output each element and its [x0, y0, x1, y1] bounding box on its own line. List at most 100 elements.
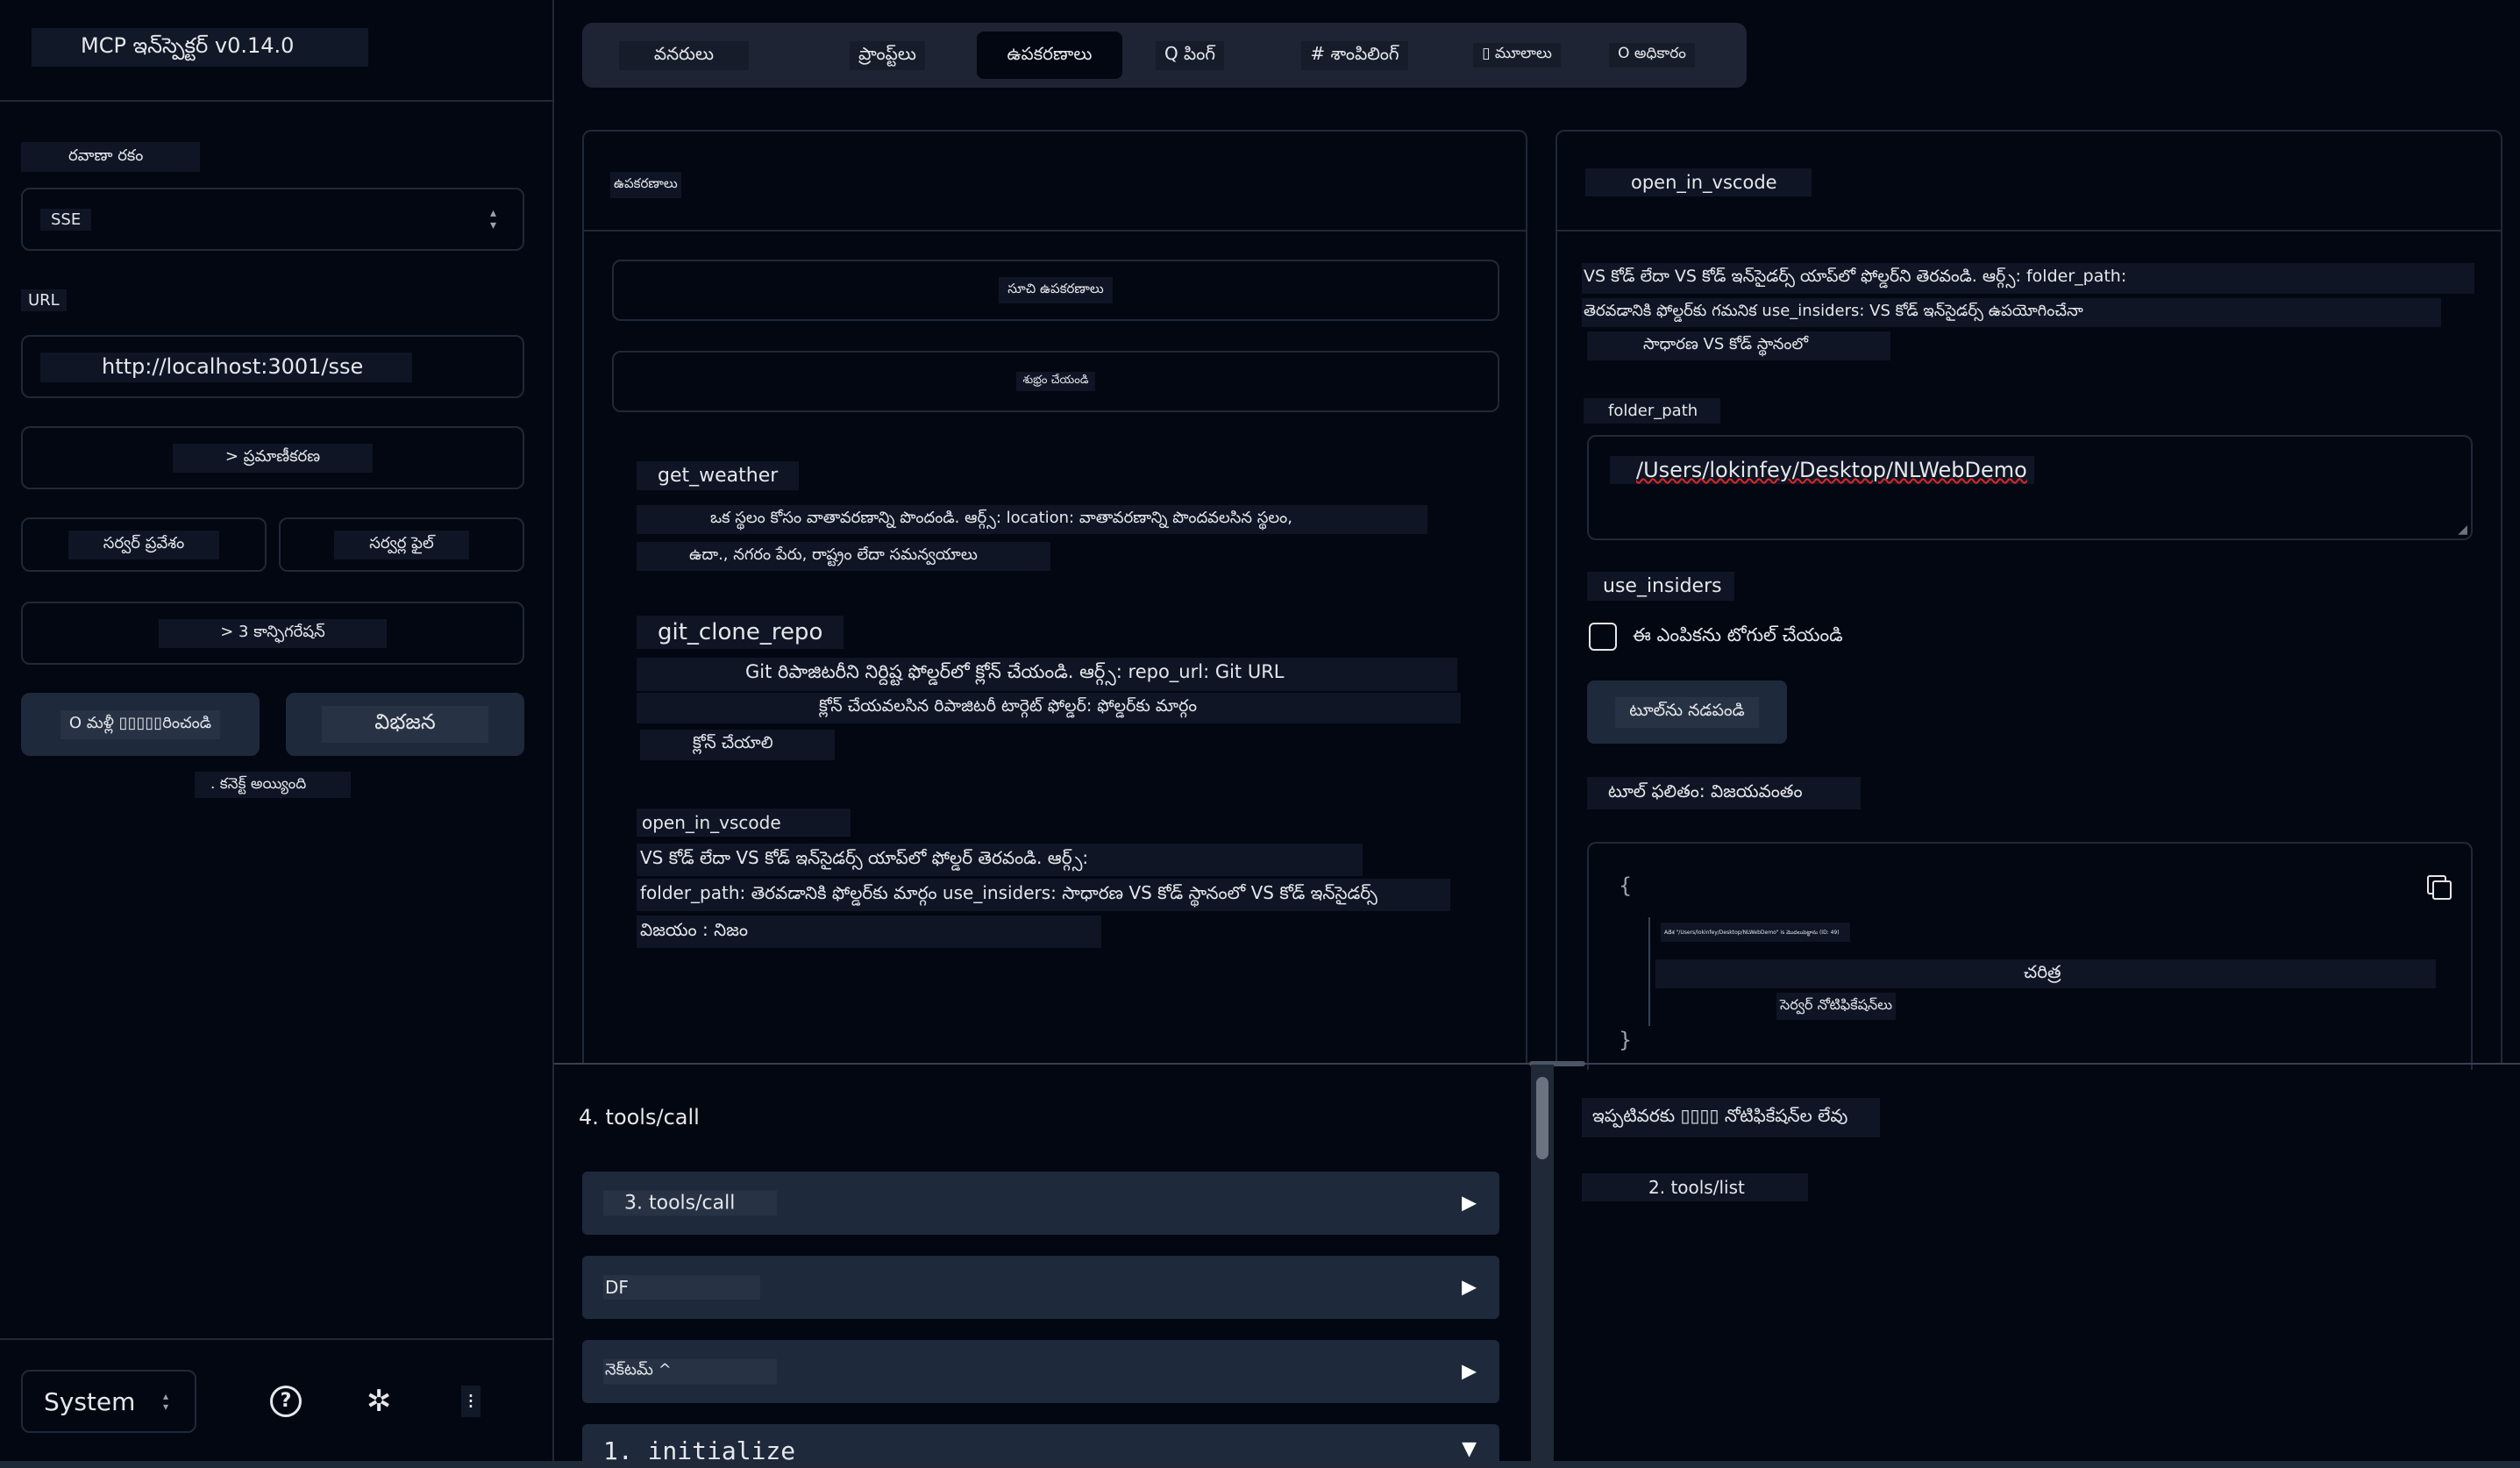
transport-type-value: SSE — [40, 209, 92, 231]
transport-type-select[interactable]: SSE ▴ ▾ — [21, 188, 524, 251]
settings-icon[interactable]: ⁝ — [461, 1386, 481, 1417]
history-item-label: DF — [603, 1275, 760, 1300]
folder-path-label: folder_path — [1584, 398, 1720, 424]
tab-resources[interactable]: వనరులు — [596, 32, 772, 79]
reconnect-label: O మళ్లీ ▯▯▯▯▯రించండి — [60, 709, 221, 739]
tab-auth[interactable]: O అధికారం — [1591, 32, 1713, 79]
sidebar-header: MCP ఇన్‌స్పెక్టర్ v0.14.0 — [0, 0, 552, 102]
transport-type-label: రవాణా రకం — [21, 142, 200, 172]
expand-arrow-icon: ▶ — [1462, 1360, 1477, 1383]
history-header: 4. tools/call — [579, 1105, 700, 1130]
authentication-button[interactable]: > ప్రమాణీకరణ — [21, 426, 524, 489]
tool-name: get_weather — [637, 461, 800, 490]
resize-handle-icon[interactable]: ◢ — [2458, 523, 2467, 537]
tool-item-get-weather[interactable]: get_weather ఒక స్థలం కోసం వాతావరణాన్ని ప… — [637, 461, 1478, 584]
history-label: చరిత్ర — [1655, 959, 2436, 988]
tool-result-box: { Aదేశ "/Users/lokinfey/Desktop/NLWebDem… — [1587, 842, 2473, 1070]
bug-icon[interactable]: ✲ — [367, 1384, 392, 1419]
tool-description-line: VS కోడ్ లేదా VS కోడ్ ఇన్‌సైడర్స్ యాప్‌లో… — [637, 844, 1363, 876]
tab-bar: వనరులు ప్రాంప్ట్‌లు ఉపకరణాలు Q పింగ్ # శ… — [582, 23, 1747, 88]
tool-description-line: Git రిపాజిటరీని నిర్దిష్ట ఫోల్డర్‌లో క్ల… — [637, 658, 1457, 691]
tool-description-line: ఒక స్థలం కోసం వాతావరణాన్ని పొందండి. ఆర్గ… — [637, 505, 1427, 534]
history-pane: 4. tools/call 3. tools/call ▶ DF ▶ నెక్‌… — [554, 1065, 1554, 1468]
copy-icon-front — [2432, 880, 2452, 900]
tab-ping[interactable]: Q పింగ్ — [1133, 32, 1247, 79]
collapse-arrow-icon: ▼ — [1462, 1438, 1477, 1460]
notifications-pane: ఇప్పటివరకు ▯▯▯▯ నోటిఫికేషన్‌ల లేవు 2. to… — [1554, 1065, 2520, 1468]
tool-name: git_clone_repo — [637, 616, 844, 649]
configuration-button[interactable]: > 3 కాన్ఫిగరేషన్ — [21, 602, 524, 665]
history-scrollbar[interactable] — [1531, 1065, 1554, 1468]
reconnect-button[interactable]: O మళ్లీ ▯▯▯▯▯రించండి — [21, 693, 260, 756]
run-tool-button[interactable]: టూల్‌ను నడపండి — [1587, 681, 1787, 744]
sidebar: MCP ఇన్‌స్పెక్టర్ v0.14.0 రవాణా రకం SSE … — [0, 0, 554, 1468]
history-item[interactable]: నెక్‌టమ్ ^ ▶ — [582, 1340, 1499, 1403]
tool-detail-divider — [1557, 230, 2501, 232]
tool-description-line: క్లోన్ చేయాలి — [640, 730, 835, 760]
url-input[interactable]: http://localhost:3001/sse — [21, 335, 524, 398]
app-title: MCP ఇన్‌స్పెక్టర్ v0.14.0 — [32, 28, 368, 67]
folder-path-input[interactable]: /Users/lokinfey/Desktop/NLWebDemo ◢ — [1587, 435, 2473, 540]
tool-item-git-clone-repo[interactable]: git_clone_repo Git రిపాజిటరీని నిర్దిష్ట… — [637, 616, 1478, 773]
window-bottom-bar — [0, 1461, 2520, 1468]
tool-description-line: విజయం : నిజం — [637, 916, 1101, 948]
history-item-label: 3. tools/call — [603, 1190, 778, 1216]
url-value: http://localhost:3001/sse — [40, 353, 412, 382]
use-insiders-checkbox[interactable] — [1589, 623, 1617, 651]
help-icon[interactable]: ? — [270, 1386, 302, 1417]
disconnect-button[interactable]: విభజన — [286, 693, 524, 756]
tools-panel-divider — [584, 230, 1526, 232]
tool-detail-description-line: తెరవడానికి ఫోల్డర్‌కు గమనిక use_insiders… — [1582, 298, 2441, 327]
expand-arrow-icon: ▶ — [1462, 1276, 1477, 1299]
use-insiders-label: use_insiders — [1587, 572, 1734, 601]
result-close-brace: } — [1619, 1028, 1633, 1052]
servers-file-button[interactable]: సర్వర్ల ఫైల్ — [279, 517, 524, 572]
history-item[interactable]: DF ▶ — [582, 1256, 1499, 1319]
tab-tools[interactable]: ఉపకరణాలు — [977, 32, 1122, 79]
tool-detail-panel: open_in_vscode VS కోడ్ లేదా VS కోడ్ ఇన్‌… — [1555, 130, 2502, 1070]
notification-item: 2. tools/list — [1582, 1173, 1808, 1201]
notifications-empty-label: ఇప్పటివరకు ▯▯▯▯ నోటిఫికేషన్‌ల లేవు — [1582, 1098, 1880, 1137]
chevron-updown-icon: ▴ ▾ — [162, 1390, 168, 1413]
list-tools-label: సూచి ఉపకరణాలు — [999, 277, 1113, 303]
theme-value: System — [44, 1386, 136, 1416]
clear-tools-button[interactable]: శుభ్రం చేయండి — [612, 351, 1499, 412]
clear-tools-label: శుభ్రం చేయండి — [1015, 372, 1096, 391]
server-notifications-label: సెర్వర్ నోటిఫికేషన్‌లు — [1776, 993, 1897, 1020]
folder-path-value: /Users/lokinfey/Desktop/NLWebDemo — [1610, 456, 2034, 484]
chevron-updown-icon: ▴ ▾ — [489, 206, 496, 232]
result-text-line: Aదేశ "/Users/lokinfey/Desktop/NLWebDemo"… — [1661, 923, 1850, 942]
server-entry-button[interactable]: సర్వర్ ప్రవేశం — [21, 517, 267, 572]
expand-arrow-icon: ▶ — [1462, 1192, 1477, 1215]
tool-detail-description-line: VS కోడ్ లేదా VS కోడ్ ఇన్‌సైడర్స్ యాప్‌లో… — [1582, 263, 2474, 294]
servers-file-label: సర్వర్ల ఫైల్ — [334, 530, 469, 559]
tools-panel-title: ఉపకరణాలు — [610, 172, 681, 198]
tab-sampling[interactable]: # శాంపిలింగ్ — [1278, 32, 1431, 79]
tool-description-line: ఉదా., నగరం పేరు, రాష్ట్రం లేదా సమన్వయాలు — [637, 542, 1050, 571]
tab-prompts[interactable]: ప్రాంప్ట్‌లు — [800, 32, 975, 79]
tools-panel: ఉపకరణాలు సూచి ఉపకరణాలు శుభ్రం చేయండి get… — [582, 130, 1527, 1065]
configuration-label: > 3 కాన్ఫిగరేషన్ — [159, 618, 387, 648]
result-indent-guide — [1648, 917, 1650, 1026]
list-tools-button[interactable]: సూచి ఉపకరణాలు — [612, 260, 1499, 321]
tool-detail-title: open_in_vscode — [1585, 168, 1812, 196]
history-item-label: నెక్‌టమ్ ^ — [603, 1358, 777, 1385]
tool-description-line: folder_path: తెరవడానికి ఫోల్డర్‌కు మార్గ… — [637, 879, 1450, 911]
server-entry-label: సర్వర్ ప్రవేశం — [68, 530, 220, 559]
sidebar-footer-divider — [0, 1338, 552, 1340]
tool-description-line: క్లోన్ చేయవలసిన రిపాజిటరీ టార్గెట్ ఫోల్డ… — [637, 693, 1461, 723]
use-insiders-toggle-label: ఈ ఎంపికను టోగుల్ చేయండి — [1633, 624, 1843, 645]
history-item[interactable]: 3. tools/call ▶ — [582, 1172, 1499, 1235]
authentication-label: > ప్రమాణీకరణ — [172, 443, 374, 473]
result-open-brace: { — [1619, 873, 1633, 898]
url-label: URL — [21, 289, 67, 311]
disconnect-label: విభజన — [322, 706, 488, 743]
tab-roots[interactable]: ▯ మూలాలు — [1456, 32, 1578, 79]
theme-select[interactable]: System ▴ ▾ — [21, 1370, 196, 1433]
tool-name: open_in_vscode — [637, 809, 851, 837]
tool-detail-description-line: సాధారణ VS కోడ్ స్థానంలో — [1587, 331, 1890, 360]
tool-item-open-in-vscode[interactable]: open_in_vscode VS కోడ్ లేదా VS కోడ్ ఇన్‌… — [637, 809, 1478, 966]
tool-result-label: టూల్ ఫలితం: విజయవంతం — [1587, 777, 1861, 809]
run-tool-label: టూల్‌ను నడపండి — [1615, 696, 1759, 728]
history-scrollbar-thumb[interactable] — [1536, 1077, 1548, 1159]
